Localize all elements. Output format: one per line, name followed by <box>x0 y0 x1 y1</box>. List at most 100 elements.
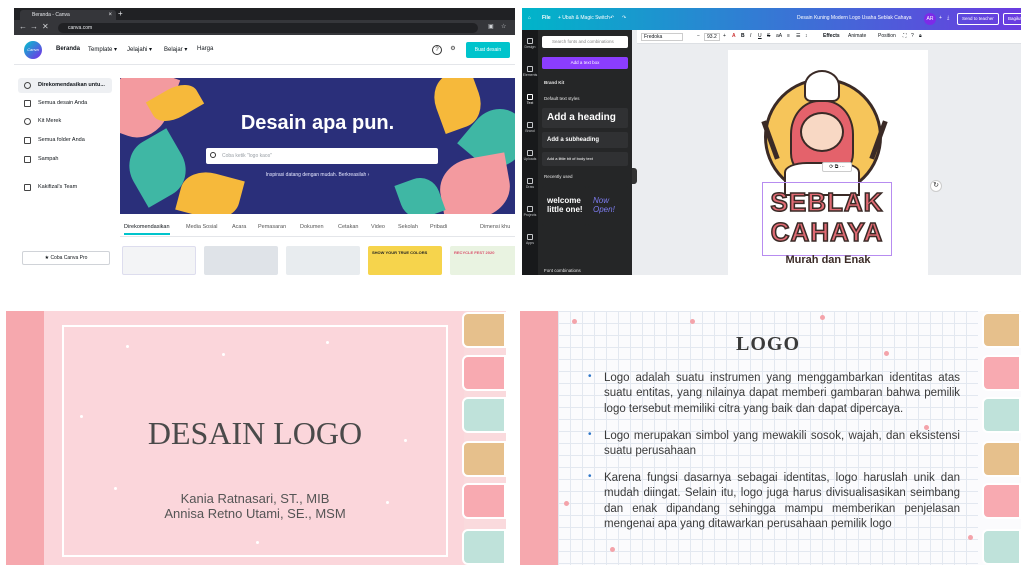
font-size-input[interactable]: 93.2 <box>704 33 720 41</box>
case-button[interactable]: aA <box>776 33 782 39</box>
sidebar-item-brand-kit[interactable]: Kit Merek <box>18 114 112 129</box>
close-icon[interactable]: × <box>108 10 112 20</box>
address-bar[interactable]: canva.com <box>58 23 478 33</box>
add-heading-button[interactable]: Add a heading <box>542 108 628 128</box>
element-quick-actions[interactable]: ⟳ ⧉ ⋯ <box>822 162 852 172</box>
grid-icon <box>24 100 31 107</box>
document-title[interactable]: Desain Kuning Modern Logo Usaha Seblak C… <box>797 15 912 21</box>
resize-button[interactable]: + Ubah & Magic Switch <box>558 15 610 21</box>
browser-tab[interactable]: Beranda - Canva × <box>20 10 116 20</box>
tab-marketing[interactable]: Pemasaran <box>258 224 286 230</box>
selected-text-box[interactable]: SEBLAK CAHAYA <box>762 182 892 256</box>
font-search-input[interactable]: Search fonts and combinations <box>542 36 628 48</box>
add-subheading-button[interactable]: Add a subheading <box>542 132 628 148</box>
plus-icon[interactable]: + <box>723 33 726 39</box>
text-color-icon[interactable]: A <box>732 33 736 39</box>
transparency-icon[interactable]: ? <box>911 33 914 39</box>
new-tab-icon[interactable]: + <box>118 9 123 18</box>
bold-button[interactable]: B <box>741 33 745 39</box>
extension-icon[interactable]: ▣ <box>488 23 494 30</box>
list-icon[interactable]: ☰ <box>796 33 800 39</box>
help-icon[interactable]: ? <box>432 45 442 55</box>
send-to-teacher-button[interactable]: Send to teacher <box>957 13 999 25</box>
sidebar-item-recommended[interactable]: Direkomendasikan untu... <box>18 78 112 93</box>
add-body-text-button[interactable]: Add a little bit of body text <box>542 152 628 166</box>
template-thumbnail[interactable]: RECYCLE FEST 2020 <box>450 246 515 275</box>
sidebar-item-designs[interactable]: Semua desain Anda <box>18 96 112 111</box>
strikethrough-button[interactable]: S <box>767 33 770 39</box>
font-sample-welcome[interactable]: welcome little one! <box>542 186 586 226</box>
tab-prints[interactable]: Cetakan <box>338 224 359 230</box>
sidebar-item-folders[interactable]: Semua folder Anda <box>18 133 112 148</box>
refresh-icon[interactable]: ↻ <box>930 180 942 192</box>
rail-brand[interactable]: Brand <box>522 122 538 133</box>
rail-elements[interactable]: Elements <box>522 66 538 77</box>
template-thumbnail[interactable] <box>204 246 278 275</box>
font-sample-now-open[interactable]: Now Open! <box>588 186 628 226</box>
design-search-input[interactable]: Coba ketik "logo kaos" <box>206 148 438 164</box>
reload-icon[interactable]: ✕ <box>42 22 49 31</box>
home-icon <box>24 82 31 89</box>
brand-kit-link[interactable]: Brand Kit <box>544 80 564 85</box>
template-thumbnail[interactable]: SHOW YOUR TRUE COLORS <box>368 246 442 275</box>
tab-events[interactable]: Acara <box>232 224 246 230</box>
create-design-button[interactable]: Buat desain <box>466 42 510 58</box>
slide-title: DESAIN LOGO <box>147 415 363 451</box>
add-collaborator-icon[interactable]: + <box>939 15 942 21</box>
paint-format-icon[interactable]: ⛶ <box>903 33 907 39</box>
canva-logo[interactable]: Canva <box>24 41 42 59</box>
rail-draw[interactable]: Draw <box>522 178 538 189</box>
rail-design[interactable]: Design <box>522 38 538 49</box>
add-text-box-button[interactable]: Add a text box <box>542 57 628 69</box>
file-menu[interactable]: File <box>542 15 551 21</box>
undo-icon[interactable]: ↶ <box>610 15 614 21</box>
rail-uploads[interactable]: Uploads <box>522 150 538 161</box>
design-canvas[interactable]: SEBLAK CAHAYA ⟳ ⧉ ⋯ Murah dan Enak <box>728 50 928 275</box>
back-icon[interactable]: ← <box>19 22 27 31</box>
rail-apps[interactable]: Apps <box>522 234 538 245</box>
author-1: Kania Ratnasari, ST., MIB <box>180 491 330 506</box>
menu-beranda[interactable]: Beranda <box>56 46 80 52</box>
effects-button[interactable]: Effects <box>823 33 840 39</box>
forward-icon[interactable]: → <box>30 22 38 31</box>
template-thumbnail[interactable] <box>122 246 196 275</box>
animate-button[interactable]: Animate <box>848 33 866 39</box>
home-icon[interactable]: ⌂ <box>528 15 531 21</box>
spacing-icon[interactable]: ↕ <box>805 33 808 39</box>
logo-text-cahaya[interactable]: CAHAYA <box>763 216 891 248</box>
sidebar-item-team[interactable]: Kakifizal's Team <box>18 180 112 195</box>
download-icon[interactable]: ⤓ <box>947 15 949 21</box>
avatar[interactable]: AR <box>924 13 936 25</box>
tab-recommended[interactable]: Direkomendasikan <box>124 224 170 235</box>
tab-social-media[interactable]: Media Sosial <box>186 224 218 230</box>
hero-subtitle[interactable]: Inspirasi datang dengan mudah. Berkreasi… <box>120 172 515 178</box>
rail-projects[interactable]: Projects <box>522 206 538 217</box>
menu-template[interactable]: Template ▾ <box>88 46 117 53</box>
share-button[interactable]: Bagikan <box>1003 13 1021 25</box>
minus-icon[interactable]: − <box>697 33 700 39</box>
position-button[interactable]: Position <box>878 33 896 39</box>
menu-harga[interactable]: Harga <box>197 46 213 52</box>
rail-text[interactable]: Text <box>522 94 538 105</box>
logo-tagline[interactable]: Murah dan Enak <box>728 254 928 266</box>
template-thumbnail[interactable] <box>286 246 360 275</box>
align-icon[interactable]: ≡ <box>787 33 790 39</box>
try-pro-button[interactable]: ★ Coba Canva Pro <box>22 251 110 265</box>
lock-icon[interactable]: 🔒︎ <box>919 33 922 39</box>
sidebar-item-trash[interactable]: Sampah <box>18 152 112 167</box>
gear-icon[interactable]: ⚙ <box>448 45 458 55</box>
tab-custom-size[interactable]: Dimensi khu <box>480 224 510 230</box>
tab-personal[interactable]: Pribadi <box>430 224 447 230</box>
menu-belajar[interactable]: Belajar ▾ <box>164 46 187 53</box>
logo-text-seblak[interactable]: SEBLAK <box>763 186 891 218</box>
underline-button[interactable]: U <box>758 33 762 39</box>
font-select[interactable]: Fredoka <box>641 33 683 41</box>
tab-school[interactable]: Sekolah <box>398 224 418 230</box>
tab-video[interactable]: Video <box>371 224 385 230</box>
star-icon[interactable]: ☆ <box>501 23 506 30</box>
redo-icon[interactable]: ↷ <box>622 15 626 21</box>
collapse-panel-handle[interactable] <box>632 168 637 184</box>
menu-jelajahi[interactable]: Jelajahi ▾ <box>127 46 152 53</box>
tab-documents[interactable]: Dokumen <box>300 224 324 230</box>
italic-button[interactable]: I <box>750 33 751 39</box>
